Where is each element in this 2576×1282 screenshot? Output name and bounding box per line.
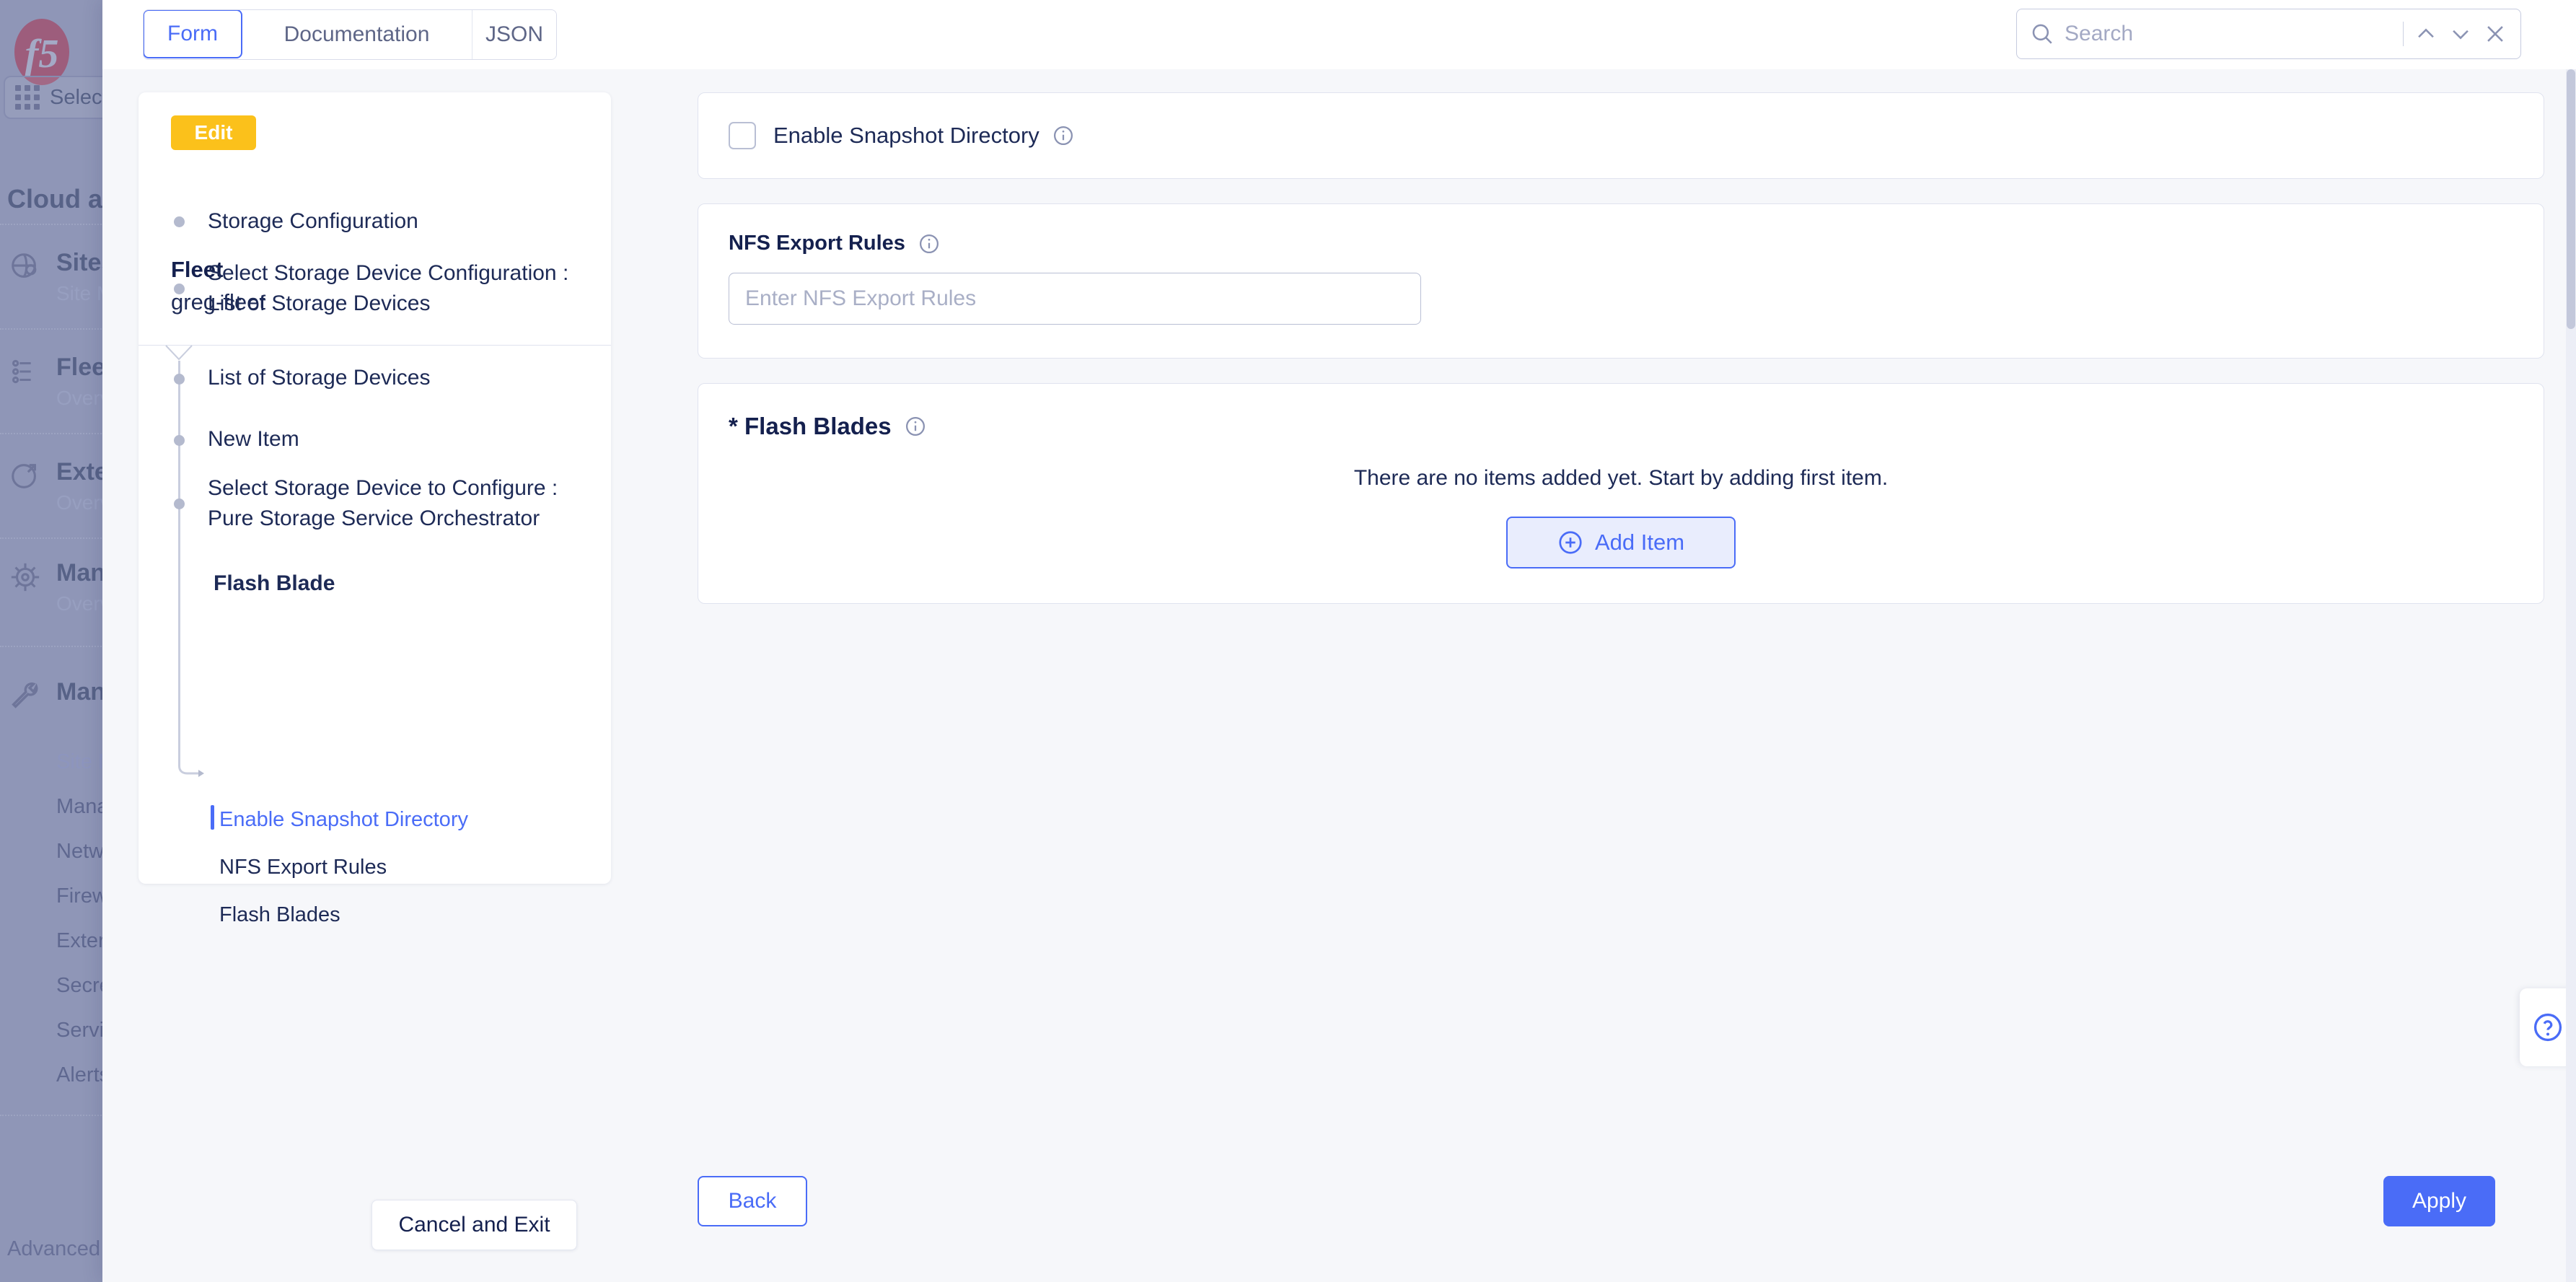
flash-blades-card: * Flash Blades There are no items added … — [698, 383, 2544, 604]
add-item-button[interactable]: Add Item — [1506, 517, 1736, 568]
chevron-up-icon[interactable] — [2414, 22, 2438, 46]
tree-bullet — [174, 499, 185, 509]
flash-blades-title: * Flash Blades — [729, 413, 892, 439]
tree-elbow-arrow-icon — [178, 749, 204, 777]
form-content: Enable Snapshot Directory NFS Export Rul… — [698, 92, 2544, 628]
snapshot-directory-card: Enable Snapshot Directory — [698, 92, 2544, 179]
tree-connector-line — [178, 361, 180, 758]
config-modal: Form Documentation JSON Edit Fleet greg-… — [102, 0, 2576, 1282]
tree-bullet — [174, 216, 185, 227]
tree-item-list-of-storage-devices[interactable]: List of Storage Devices — [208, 363, 597, 393]
search-box — [2016, 9, 2521, 59]
apply-button[interactable]: Apply — [2383, 1176, 2495, 1226]
scrollbar-thumb[interactable] — [2567, 69, 2575, 329]
info-icon[interactable] — [905, 416, 926, 437]
tree-bullet — [174, 374, 185, 385]
info-icon[interactable] — [1052, 125, 1074, 146]
enable-snapshot-directory-checkbox[interactable] — [729, 122, 756, 149]
flash-blades-empty-state: There are no items added yet. Start by a… — [729, 466, 2513, 568]
tree-item-select-storage-device-to-configure[interactable]: Select Storage Device to Configure : Pur… — [208, 473, 597, 534]
close-icon[interactable] — [2483, 22, 2507, 46]
divider — [2403, 22, 2404, 46]
tree-notch-icon — [164, 345, 193, 361]
info-icon[interactable] — [918, 233, 940, 255]
breadcrumb-tree-panel: Edit Fleet greg-fleet Storage Configurat… — [139, 92, 611, 926]
tree-item-flash-blade[interactable]: Flash Blade — [214, 568, 603, 599]
tree-subitem-enable-snapshot-directory[interactable]: Enable Snapshot Directory — [219, 808, 594, 832]
tree-item-select-storage-device-configuration[interactable]: Select Storage Device Configuration : Li… — [208, 258, 597, 319]
search-input[interactable] — [2065, 22, 2393, 46]
cancel-and-exit-button[interactable]: Cancel and Exit — [372, 1200, 577, 1250]
tree-item-storage-configuration[interactable]: Storage Configuration — [208, 206, 597, 237]
tree-bullet — [174, 435, 185, 446]
chevron-down-icon[interactable] — [2448, 22, 2473, 46]
tree-subitem-nfs-export-rules[interactable]: NFS Export Rules — [219, 856, 594, 879]
vertical-scrollbar[interactable] — [2566, 69, 2576, 1282]
modal-topbar: Form Documentation JSON — [102, 0, 2576, 69]
tab-documentation[interactable]: Documentation — [242, 10, 472, 59]
nfs-export-rules-card: NFS Export Rules — [698, 203, 2544, 359]
tree-subitem-flash-blades[interactable]: Flash Blades — [219, 903, 594, 927]
active-indicator — [211, 805, 214, 830]
view-tabs: Form Documentation JSON — [143, 9, 557, 60]
search-icon — [2032, 24, 2052, 44]
tab-json[interactable]: JSON — [472, 10, 556, 59]
divider — [139, 345, 611, 346]
enable-snapshot-directory-label: Enable Snapshot Directory — [773, 123, 1039, 148]
tab-form[interactable]: Form — [144, 10, 242, 58]
tree-item-new-item[interactable]: New Item — [208, 424, 597, 455]
edit-badge[interactable]: Edit — [171, 115, 256, 150]
back-button[interactable]: Back — [698, 1176, 807, 1226]
question-circle-icon — [2533, 1013, 2562, 1042]
empty-state-message: There are no items added yet. Start by a… — [1353, 466, 1889, 490]
tree-bullet — [174, 284, 185, 294]
nfs-export-rules-input[interactable] — [729, 273, 1421, 325]
add-item-label: Add Item — [1594, 530, 1685, 555]
plus-circle-icon — [1559, 531, 1582, 554]
nfs-export-rules-label: NFS Export Rules — [729, 232, 905, 255]
